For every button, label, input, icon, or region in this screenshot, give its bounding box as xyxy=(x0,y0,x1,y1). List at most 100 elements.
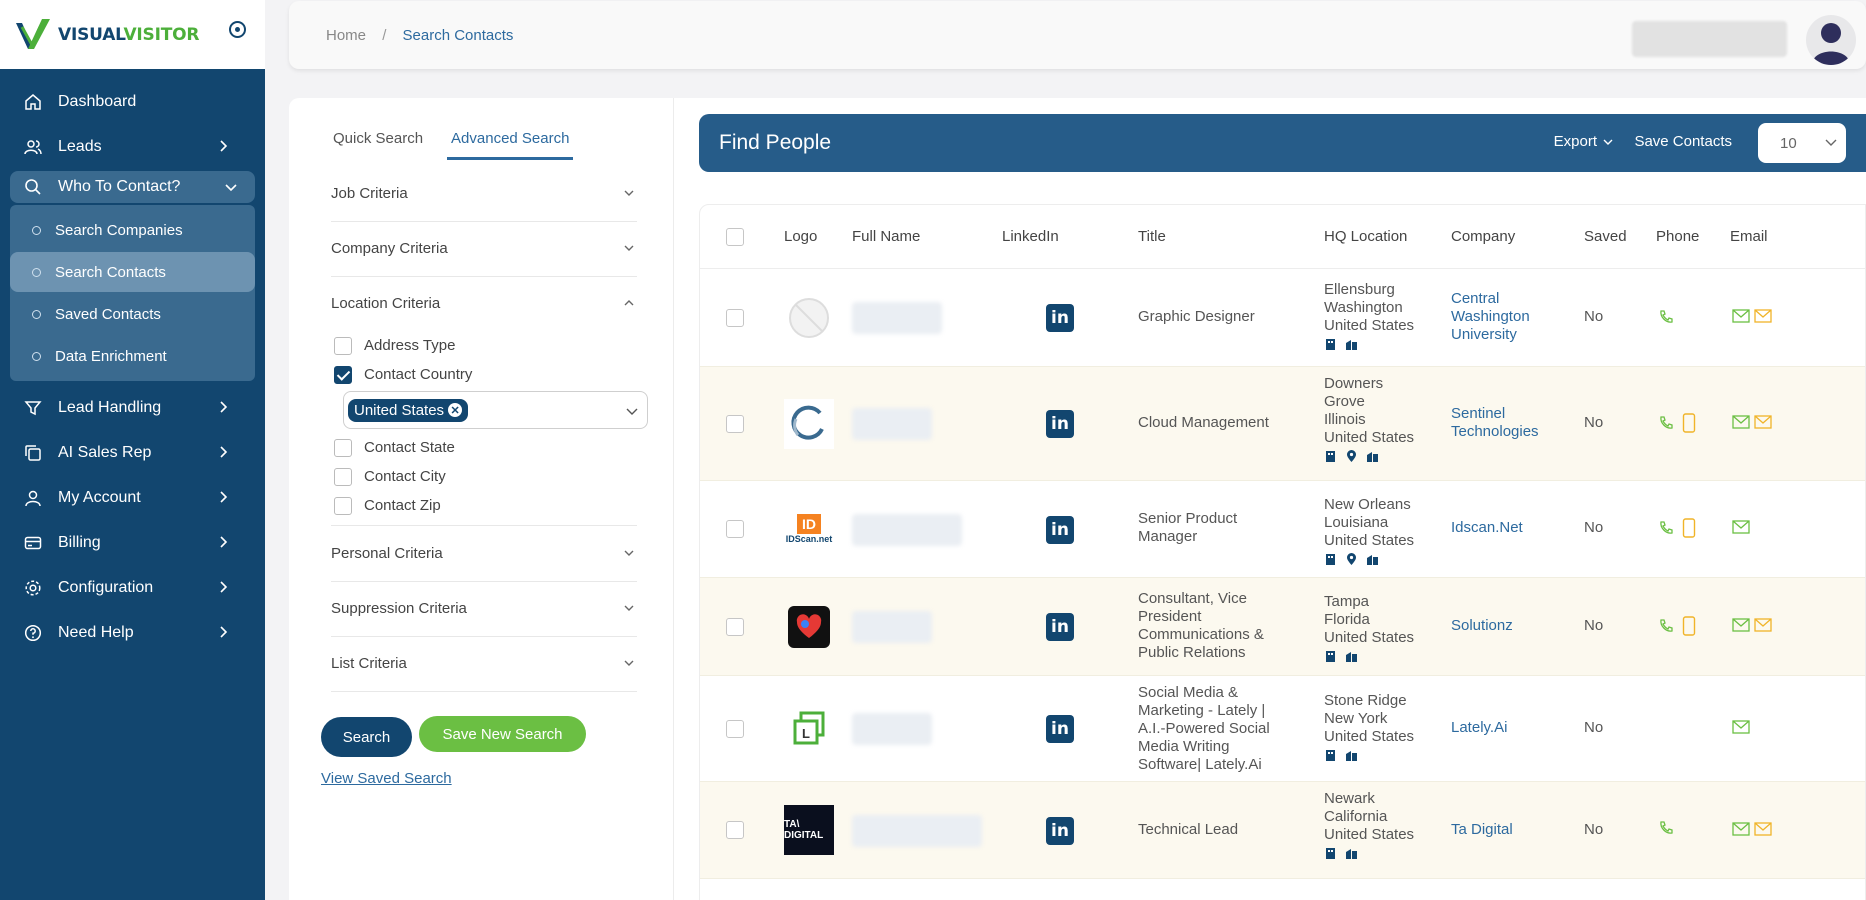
full-name-redacted[interactable] xyxy=(852,815,982,847)
email-icon[interactable] xyxy=(1732,822,1750,836)
checkbox[interactable] xyxy=(334,336,352,355)
mobile-phone-icon[interactable] xyxy=(1682,616,1696,636)
location-pin-icon[interactable] xyxy=(1345,450,1358,463)
user-name-redacted[interactable] xyxy=(1632,21,1787,57)
table-row[interactable]: in Consultant, Vice President Communicat… xyxy=(700,578,1865,676)
option-contact-state[interactable]: Contact State xyxy=(331,433,637,462)
linkedin-icon[interactable]: in xyxy=(1046,613,1074,641)
company-building-icon[interactable] xyxy=(1366,450,1379,463)
building-icon[interactable] xyxy=(1324,338,1337,351)
sidebar-item-who-to-contact[interactable]: Who To Contact? xyxy=(10,171,255,203)
phone-icon[interactable] xyxy=(1658,415,1674,431)
company-building-icon[interactable] xyxy=(1345,749,1358,762)
sidebar-item-my-account[interactable]: My Account xyxy=(0,475,265,520)
company-building-icon[interactable] xyxy=(1345,650,1358,663)
sidebar-item-lead-handling[interactable]: Lead Handling xyxy=(0,385,265,430)
email-icon[interactable] xyxy=(1732,618,1750,632)
sidebar-item-dashboard[interactable]: Dashboard xyxy=(0,79,265,124)
company-link[interactable]: Sentinel Technologies xyxy=(1451,405,1561,441)
mobile-phone-icon[interactable] xyxy=(1682,518,1696,538)
email-icon[interactable] xyxy=(1732,520,1750,534)
accordion-list-criteria[interactable]: List Criteria xyxy=(331,636,637,692)
tab-advanced-search[interactable]: Advanced Search xyxy=(447,130,574,160)
company-link[interactable]: Lately.Ai xyxy=(1451,719,1561,737)
checkbox-checked[interactable] xyxy=(334,365,352,384)
table-row[interactable] xyxy=(700,879,1865,900)
table-row[interactable]: L in Social Media & Marketing - Lately |… xyxy=(700,676,1865,782)
select-all-checkbox[interactable] xyxy=(726,228,744,246)
submenu-item-search-companies[interactable]: Search Companies xyxy=(10,210,255,250)
option-address-type[interactable]: Address Type xyxy=(331,331,637,360)
export-dropdown[interactable]: Export xyxy=(1554,133,1613,150)
phone-icon[interactable] xyxy=(1658,618,1674,634)
row-checkbox[interactable] xyxy=(726,618,744,636)
checkbox[interactable] xyxy=(334,438,352,457)
building-icon[interactable] xyxy=(1324,450,1337,463)
row-checkbox[interactable] xyxy=(726,415,744,433)
breadcrumb-home[interactable]: Home xyxy=(326,27,366,44)
email-icon[interactable] xyxy=(1732,720,1750,734)
email-icon[interactable] xyxy=(1732,309,1750,323)
full-name-redacted[interactable] xyxy=(852,713,932,745)
avatar[interactable] xyxy=(1806,15,1856,65)
view-saved-search-link[interactable]: View Saved Search xyxy=(321,770,452,787)
row-checkbox[interactable] xyxy=(726,821,744,839)
table-row[interactable]: in Graphic Designer Ellensburg Washingto… xyxy=(700,269,1865,367)
option-contact-zip[interactable]: Contact Zip xyxy=(331,491,637,520)
linkedin-icon[interactable]: in xyxy=(1046,410,1074,438)
email-icon-alt[interactable] xyxy=(1754,309,1772,323)
accordion-job-criteria[interactable]: Job Criteria xyxy=(331,166,637,222)
checkbox[interactable] xyxy=(334,467,352,486)
search-button[interactable]: Search xyxy=(321,717,412,757)
phone-icon[interactable] xyxy=(1658,520,1674,536)
accordion-location-header[interactable]: Location Criteria xyxy=(331,276,637,331)
mobile-phone-icon[interactable] xyxy=(1682,413,1696,433)
company-building-icon[interactable] xyxy=(1366,553,1379,566)
building-icon[interactable] xyxy=(1324,847,1337,860)
linkedin-icon[interactable]: in xyxy=(1046,304,1074,332)
accordion-suppression-criteria[interactable]: Suppression Criteria xyxy=(331,581,637,637)
email-icon[interactable] xyxy=(1732,415,1750,429)
save-new-search-button[interactable]: Save New Search xyxy=(419,716,586,752)
location-pin-icon[interactable] xyxy=(1345,553,1358,566)
sidebar-item-ai-sales-rep[interactable]: AI Sales Rep xyxy=(0,430,265,475)
sidebar-item-billing[interactable]: Billing xyxy=(0,520,265,565)
phone-icon[interactable] xyxy=(1658,309,1674,325)
accordion-personal-criteria[interactable]: Personal Criteria xyxy=(331,526,637,582)
phone-icon[interactable] xyxy=(1658,820,1674,836)
tab-quick-search[interactable]: Quick Search xyxy=(333,130,423,160)
table-row[interactable]: in Cloud Management Downers Grove Illino… xyxy=(700,367,1865,481)
sidebar-item-leads[interactable]: Leads xyxy=(0,124,265,169)
chevron-down-icon[interactable] xyxy=(625,404,639,418)
linkedin-icon[interactable]: in xyxy=(1046,817,1074,845)
option-contact-country[interactable]: Contact Country xyxy=(331,360,637,389)
linkedin-icon[interactable]: in xyxy=(1046,715,1074,743)
submenu-item-saved-contacts[interactable]: Saved Contacts xyxy=(10,294,255,334)
company-link[interactable]: Solutionz xyxy=(1451,617,1561,635)
submenu-item-search-contacts[interactable]: Search Contacts xyxy=(10,252,255,292)
full-name-redacted[interactable] xyxy=(852,408,932,440)
company-building-icon[interactable] xyxy=(1345,338,1358,351)
row-checkbox[interactable] xyxy=(726,520,744,538)
remove-chip-icon[interactable]: ✕ xyxy=(448,403,463,417)
building-icon[interactable] xyxy=(1324,749,1337,762)
accordion-company-criteria[interactable]: Company Criteria xyxy=(331,221,637,277)
sidebar-item-need-help[interactable]: Need Help xyxy=(0,610,265,655)
building-icon[interactable] xyxy=(1324,650,1337,663)
full-name-redacted[interactable] xyxy=(852,302,942,334)
full-name-redacted[interactable] xyxy=(852,514,962,546)
option-contact-city[interactable]: Contact City xyxy=(331,462,637,491)
sidebar-toggle-icon[interactable] xyxy=(229,21,246,38)
company-link[interactable]: Central Washington University xyxy=(1451,290,1561,344)
email-icon-alt[interactable] xyxy=(1754,415,1772,429)
table-row[interactable]: ID IDScan.net in Senior Product Manager … xyxy=(700,481,1865,578)
full-name-redacted[interactable] xyxy=(852,611,932,643)
company-link[interactable]: Idscan.Net xyxy=(1451,519,1561,537)
building-icon[interactable] xyxy=(1324,553,1337,566)
company-link[interactable]: Ta Digital xyxy=(1451,821,1561,839)
submenu-item-data-enrichment[interactable]: Data Enrichment xyxy=(10,336,255,376)
row-checkbox[interactable] xyxy=(726,309,744,327)
checkbox[interactable] xyxy=(334,496,352,515)
save-contacts-button[interactable]: Save Contacts xyxy=(1634,133,1732,150)
sidebar-item-configuration[interactable]: Configuration xyxy=(0,565,265,610)
